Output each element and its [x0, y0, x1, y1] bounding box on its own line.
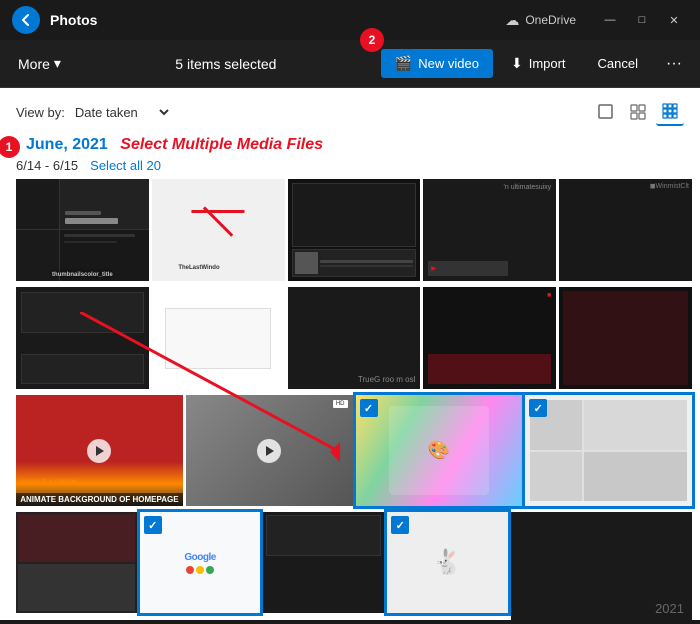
year-label: 2021	[655, 601, 684, 616]
play-icon	[87, 439, 111, 463]
photo-item[interactable]	[559, 287, 692, 389]
photo-item[interactable]	[152, 287, 285, 389]
step-badge-1: 1 June, 2021 Select Multiple Media Files	[16, 136, 323, 154]
main-content: 1 June, 2021 Select Multiple Media Files…	[0, 132, 700, 620]
photo-item[interactable]: 'n ultimatesuixy ▶	[423, 179, 556, 281]
more-label: More	[18, 56, 50, 72]
photo-item[interactable]: ANIMATE BACKGROUND OF HOMEPAGE GOOGLE & …	[16, 395, 183, 506]
import-label: Import	[529, 56, 566, 71]
new-video-icon: 🎬	[395, 55, 412, 72]
close-button[interactable]: ✕	[660, 10, 688, 30]
chevron-down-icon: ▾	[54, 55, 61, 72]
play-icon	[257, 439, 281, 463]
app-window: Photos ☁ OneDrive — □ ✕ More ▾ 5 items s…	[0, 0, 700, 624]
photo-item[interactable]: 🎨	[356, 395, 523, 506]
photo-item[interactable]	[16, 512, 137, 613]
photo-label: ANIMATE BACKGROUND OF HOMEPAGE	[16, 493, 183, 507]
photo-item[interactable]	[16, 287, 149, 389]
photo-item[interactable]	[525, 395, 692, 506]
view-by-control: View by: Date taken Date modified Name	[16, 104, 172, 121]
medium-grid-button[interactable]	[624, 98, 652, 126]
month-label: June, 2021	[26, 136, 108, 153]
large-grid-button[interactable]	[656, 98, 684, 126]
photo-item[interactable]: HD	[186, 395, 353, 506]
photo-item[interactable]: ◼WinmistClt	[559, 179, 692, 281]
photo-item[interactable]: 🐇	[387, 512, 508, 613]
more-button[interactable]: More ▾	[8, 49, 71, 78]
instruction-text: Select Multiple Media Files	[120, 136, 323, 153]
action-bar: More ▾ 5 items selected 🎬 New video ⬇ Im…	[0, 40, 700, 88]
photo-checkbox[interactable]	[391, 516, 409, 534]
toolbar: View by: Date taken Date modified Name	[0, 88, 700, 132]
import-icon: ⬇	[511, 55, 523, 72]
select-all-link[interactable]: Select all 20	[90, 158, 161, 173]
ellipsis-icon: ···	[666, 55, 682, 72]
action-buttons: 🎬 New video ⬇ Import Cancel ···	[381, 49, 692, 79]
import-button[interactable]: ⬇ Import	[497, 49, 580, 78]
photo-item[interactable]	[288, 179, 421, 281]
cancel-label: Cancel	[598, 56, 638, 71]
date-range: 6/14 - 6/15	[16, 158, 78, 173]
more-options-button[interactable]: ···	[656, 49, 692, 79]
photo-item[interactable]: TrueG roo m osl	[288, 287, 421, 389]
view-icons	[592, 98, 684, 126]
photo-row-3: ANIMATE BACKGROUND OF HOMEPAGE GOOGLE & …	[16, 395, 692, 506]
minimize-button[interactable]: —	[596, 10, 624, 30]
title-bar: Photos ☁ OneDrive — □ ✕	[0, 0, 700, 40]
photo-item[interactable]: ■	[423, 287, 556, 389]
onedrive-icon: ☁	[505, 12, 519, 29]
checkbox-view-button[interactable]	[592, 98, 620, 126]
photo-item[interactable]	[263, 512, 384, 613]
photo-item[interactable]: thumbnailscolor_title	[16, 179, 149, 281]
photo-item[interactable]: TheLastWindo	[152, 179, 285, 281]
step-badge-2: 2	[360, 28, 384, 52]
maximize-button[interactable]: □	[628, 10, 656, 30]
photo-row-1: thumbnailscolor_title TheLastWindo	[16, 179, 692, 281]
photo-row-4: Google	[16, 512, 692, 620]
selection-count: 5 items selected	[75, 56, 377, 72]
photo-checkbox[interactable]	[144, 516, 162, 534]
view-by-label: View by:	[16, 105, 65, 120]
window-controls: — □ ✕	[596, 10, 688, 30]
photo-item[interactable]: Google	[140, 512, 261, 613]
new-video-label: New video	[418, 56, 479, 71]
app-title: Photos	[50, 12, 495, 28]
view-by-select[interactable]: Date taken Date modified Name	[71, 104, 172, 121]
date-range-row: 6/14 - 6/15 Select all 20	[16, 158, 692, 173]
new-video-button[interactable]: 🎬 New video	[381, 49, 493, 78]
cancel-button[interactable]: Cancel	[584, 50, 652, 77]
back-button[interactable]	[12, 6, 40, 34]
onedrive-label: OneDrive	[525, 13, 576, 27]
onedrive-area: ☁ OneDrive	[505, 12, 576, 29]
photo-row-2: TrueG roo m osl ■	[16, 287, 692, 389]
photo-checkbox[interactable]	[360, 399, 378, 417]
photo-checkbox[interactable]	[529, 399, 547, 417]
